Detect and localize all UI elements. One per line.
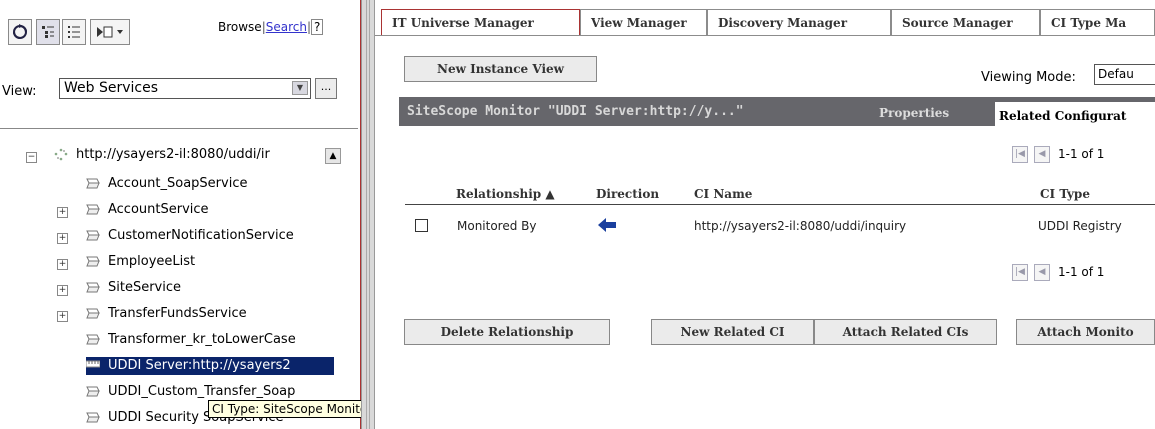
tree-item-label: UDDI_Custom_Transfer_Soap <box>108 384 296 399</box>
tab-properties[interactable]: Properties <box>879 106 949 120</box>
tree-item[interactable]: Transformer_kr_toLowerCase <box>86 331 300 349</box>
first-page-icon-bottom[interactable]: |◀ <box>1012 264 1028 281</box>
pager-text-bottom: 1-1 of 1 <box>1058 265 1105 279</box>
tree-item[interactable]: SiteService <box>86 279 185 297</box>
web-service-icon <box>86 204 100 215</box>
tree-item-label: TransferFundsService <box>108 306 247 321</box>
tab-source-manager[interactable]: Source Manager <box>891 9 1040 36</box>
tree-item-label: Account_SoapService <box>108 176 248 191</box>
browse-search-links: Browse|Search|? <box>218 19 324 35</box>
search-link[interactable]: Search <box>266 20 307 34</box>
right-panel: IT Universe Manager View Manager Discove… <box>375 0 1155 429</box>
tree-item-label: UDDI Server:http://ysayers2 <box>108 358 291 373</box>
expand-icon[interactable]: + <box>57 207 68 218</box>
refresh-icon[interactable] <box>8 19 32 45</box>
panel-title: SiteScope Monitor "UDDI Server:http://y.… <box>407 104 744 119</box>
tree-view-icon[interactable] <box>36 19 60 45</box>
panel-header: SiteScope Monitor "UDDI Server:http://y.… <box>399 97 1155 126</box>
root-globe-icon <box>54 148 68 161</box>
left-panel: Browse|Search|? View: Web Services ▼ ...… <box>0 0 377 429</box>
attach-related-cis-button[interactable]: Attach Related CIs <box>814 319 997 345</box>
tree-item[interactable]: UDDI_Custom_Transfer_Soap <box>86 383 299 401</box>
expand-icon[interactable]: + <box>57 311 68 322</box>
cell-ci-type: UDDI Registry <box>1038 219 1122 233</box>
tab-related-configuration[interactable]: Related Configurat <box>995 102 1155 126</box>
chevron-down-icon[interactable]: ▼ <box>292 81 308 95</box>
tree-item-label: CustomerNotificationService <box>108 228 294 243</box>
column-header-ci-name[interactable]: CI Name <box>694 187 752 201</box>
column-header-relationship[interactable]: Relationship ▲ <box>456 187 555 201</box>
cell-ci-name[interactable]: http://ysayers2-il:8080/uddi/inquiry <box>694 219 906 233</box>
tree-item[interactable]: UDDI Server:http://ysayers2 <box>86 357 334 375</box>
web-service-icon <box>86 308 100 319</box>
tree-item-label: AccountService <box>108 202 209 217</box>
view-label: View: <box>2 84 37 99</box>
prev-page-icon[interactable]: ◀ <box>1034 146 1050 163</box>
view-more-button[interactable]: ... <box>315 78 337 99</box>
web-service-icon <box>86 178 100 189</box>
help-link[interactable]: ? <box>311 19 324 35</box>
tree-root-label: http://ysayers2-il:8080/uddi/ir <box>76 147 270 162</box>
divider <box>0 128 358 129</box>
tab-it-universe-manager[interactable]: IT Universe Manager <box>381 9 580 36</box>
tab-discovery-manager[interactable]: Discovery Manager <box>707 9 891 36</box>
web-service-icon <box>86 334 100 345</box>
column-header-ci-type[interactable]: CI Type <box>1040 187 1090 201</box>
tree-root[interactable]: http://ysayers2-il:8080/uddi/ir <box>54 146 270 164</box>
collapse-icon[interactable]: − <box>26 152 37 163</box>
prev-page-icon-bottom[interactable]: ◀ <box>1034 264 1050 281</box>
web-service-icon <box>86 230 100 241</box>
browse-label: Browse <box>218 20 262 34</box>
tree-item[interactable]: AccountService <box>86 201 213 219</box>
row-checkbox[interactable] <box>415 219 428 232</box>
incoming-arrow-icon <box>598 218 616 232</box>
tree-item[interactable]: EmployeeList <box>86 253 199 271</box>
tree-item[interactable]: Account_SoapService <box>86 175 251 193</box>
expand-icon[interactable]: + <box>57 233 68 244</box>
web-service-icon <box>86 282 100 293</box>
cell-relationship: Monitored By <box>457 219 537 233</box>
tree-item-label: EmployeeList <box>108 254 196 269</box>
first-page-icon[interactable]: |◀ <box>1012 146 1028 163</box>
column-header-direction[interactable]: Direction <box>596 187 659 201</box>
scroll-up-icon[interactable]: ▲ <box>325 148 341 164</box>
delete-relationship-button[interactable]: Delete Relationship <box>404 319 610 345</box>
expand-icon[interactable]: + <box>57 259 68 270</box>
tab-divider <box>375 35 1155 36</box>
expand-icon[interactable]: + <box>57 285 68 296</box>
view-select-value: Web Services <box>64 80 159 96</box>
tree-item-label: Transformer_kr_toLowerCase <box>108 332 296 347</box>
view-select[interactable]: Web Services ▼ <box>59 78 311 99</box>
new-related-ci-button[interactable]: New Related CI <box>651 319 814 345</box>
tree-item[interactable]: CustomerNotificationService <box>86 227 298 245</box>
new-item-dropdown-icon[interactable] <box>90 19 130 45</box>
pager-text-top: 1-1 of 1 <box>1058 147 1105 161</box>
tab-ci-type-manager[interactable]: CI Type Ma <box>1040 9 1155 36</box>
viewing-mode-label: Viewing Mode: <box>981 70 1076 85</box>
list-view-icon[interactable] <box>62 19 86 45</box>
new-instance-view-button[interactable]: New Instance View <box>404 56 597 82</box>
monitor-icon <box>86 360 100 368</box>
tree-item[interactable]: TransferFundsService <box>86 305 251 323</box>
tab-view-manager[interactable]: View Manager <box>580 9 707 36</box>
table-header-line <box>405 204 1155 205</box>
web-service-icon <box>86 256 100 267</box>
web-service-icon <box>86 412 100 423</box>
tooltip: CI Type: SiteScope Monitor <box>208 400 377 418</box>
web-service-icon <box>86 386 100 397</box>
viewing-mode-select[interactable]: Defau <box>1094 64 1155 85</box>
attach-monitor-button[interactable]: Attach Monito <box>1016 319 1155 345</box>
tree-item-label: SiteService <box>108 280 182 295</box>
panel-splitter[interactable] <box>361 0 375 429</box>
